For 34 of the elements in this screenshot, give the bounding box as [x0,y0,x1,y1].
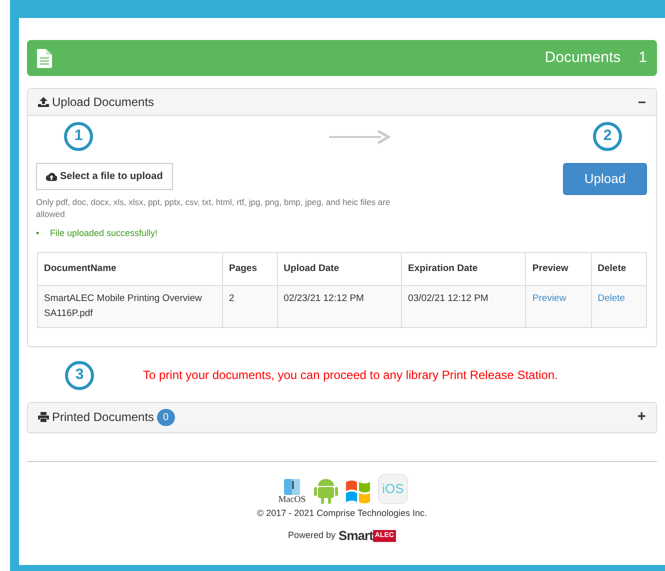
windows-icon [344,478,372,504]
column-header: DocumentName [38,252,222,286]
copyright-text: © 2017 - 2021 Comprise Technologies Inc. [256,506,428,520]
arrow-icon [329,128,393,144]
step-number: 2 [593,122,622,151]
panel-title: Printed Documents [52,409,154,426]
success-message: File uploaded successfully! [50,226,158,240]
step-number: 1 [64,122,93,151]
table-cell: SmartALEC Mobile Printing Overview SA116P.pdf [38,286,222,328]
select-file-button[interactable]: Select a file to upload [36,163,173,190]
expand-toggle[interactable]: + [637,406,646,429]
panel-title: Upload Documents [52,94,154,111]
macos-label: MacOS [278,494,306,504]
table-cell: 02/23/21 12:12 PM [277,286,402,328]
finder-icon [284,478,300,495]
header-title: Documents [544,48,621,68]
instruction-text: To print your documents, you can proceed to any library Print Release Station. [143,367,558,384]
table-cell: 2 [222,286,278,328]
ios-label: iOS [382,480,404,498]
panel-header[interactable]: Printed Documents 0 + [28,402,656,432]
collapse-toggle[interactable]: − [638,92,646,112]
powered-by-text: Powered by [288,529,336,542]
help-text: Only pdf, doc, docx, xls, xlsx, ppt, pptx, csv, txt, html, rtf, jpg, png, bmp, jpeg, and heic files are allowed [36,196,392,221]
table-cell: 03/02/21 12:12 PM [402,286,526,328]
printer-icon [38,412,49,422]
cloud-upload-icon [46,172,57,181]
upload-icon [38,97,49,107]
document-icon [37,48,52,68]
count-badge: 0 [157,408,175,426]
document-count: 1 [638,48,647,68]
upload-button[interactable]: Upload [563,163,647,195]
bullet: • [36,226,40,240]
panel-header[interactable]: Upload Documents − [28,89,656,116]
step-number: 3 [65,360,94,390]
